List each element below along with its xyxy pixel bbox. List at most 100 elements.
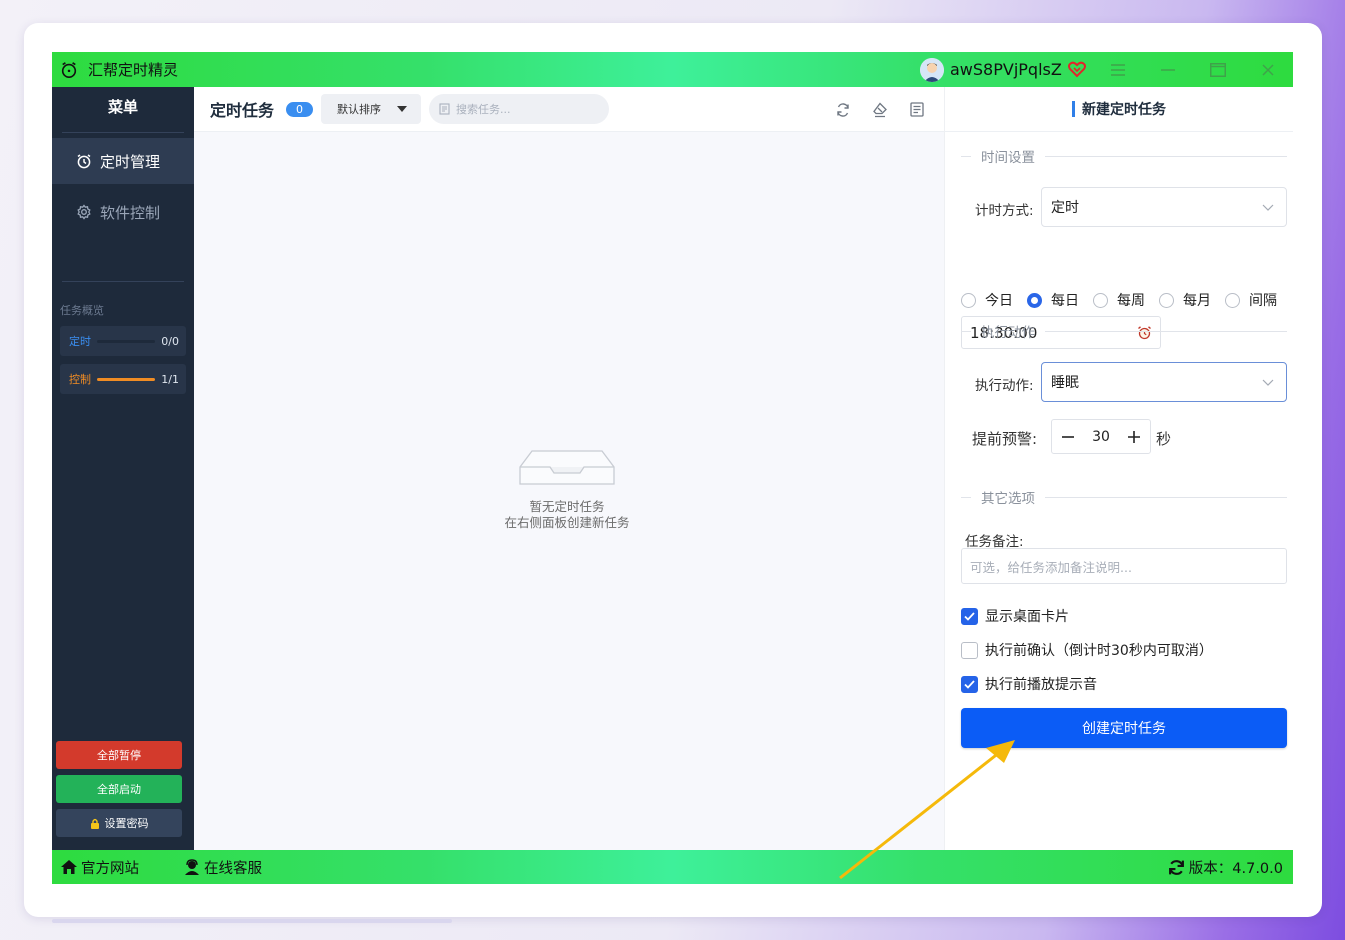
user-profile[interactable]: awS8PVjPqlsZ: [920, 55, 1086, 84]
section-action: 执行动作: [961, 323, 1287, 341]
sidebar-item-label: 软件控制: [100, 203, 161, 222]
hamburger-icon: [1111, 63, 1125, 76]
close-button[interactable]: [1243, 52, 1293, 87]
warning-stepper[interactable]: 30: [1051, 419, 1151, 454]
checkbox-label: 显示桌面卡片: [985, 609, 1069, 625]
sidebar-item-timer-management[interactable]: 定时管理: [52, 138, 194, 184]
timing-mode-select[interactable]: 定时: [1041, 187, 1287, 227]
note-placeholder: 可选，给任务添加备注说明...: [970, 559, 1132, 575]
version-info[interactable]: 版本：4.7.0.0: [1168, 850, 1283, 884]
checkbox-show-desktop-card[interactable]: 显示桌面卡片: [961, 606, 1069, 626]
sidebar-item-label: 定时管理: [100, 152, 161, 171]
minus-icon[interactable]: [1062, 431, 1074, 443]
avatar: [920, 57, 944, 82]
stat-count: 0/0: [161, 334, 179, 348]
search-placeholder: 搜索任务...: [456, 103, 511, 116]
warning-unit: 秒: [1156, 430, 1172, 448]
radio-weekly[interactable]: 每周: [1093, 290, 1145, 310]
maximize-button[interactable]: [1193, 52, 1243, 87]
refresh-button[interactable]: [836, 102, 850, 117]
maximize-icon: [1210, 62, 1226, 77]
stat-label: 定时: [69, 335, 91, 348]
app-window: 汇帮定时精灵 awS8PVjPqlsZ 菜单 定时管理 软件控制 任务概览 定时…: [52, 52, 1293, 886]
taskbar-strip: [52, 919, 452, 923]
task-toolbar: 定时任务 0 默认排序 搜索任务...: [194, 87, 944, 132]
stat-control: 控制 1/1: [60, 364, 186, 394]
caret-down-icon: [397, 106, 408, 112]
website-label: 官方网站: [81, 860, 139, 877]
note-label: 任务备注:: [965, 534, 1024, 550]
home-icon: [61, 860, 77, 874]
sort-dropdown[interactable]: 默认排序: [321, 94, 422, 124]
lock-icon: [90, 818, 99, 829]
action-select[interactable]: 睡眠: [1041, 362, 1287, 402]
checkbox-confirm-before-exec[interactable]: 执行前确认（倒计时30秒内可取消）: [961, 640, 1213, 660]
section-title: 时间设置: [981, 150, 1035, 166]
checkbox-label: 执行前播放提示音: [985, 677, 1097, 693]
radio-label: 今日: [985, 293, 1013, 309]
sidebar-item-software-control[interactable]: 软件控制: [52, 189, 194, 235]
section-other-options: 其它选项: [961, 489, 1287, 507]
pause-all-button[interactable]: 全部暂停: [56, 741, 182, 769]
document-icon: [439, 103, 450, 115]
checkbox-box[interactable]: [961, 607, 978, 625]
checkbox-play-sound[interactable]: 执行前播放提示音: [961, 674, 1097, 694]
timing-mode-value: 定时: [1051, 200, 1079, 216]
set-password-label: 设置密码: [104, 817, 149, 830]
check-icon: [964, 611, 975, 621]
stat-progress-bar: [97, 339, 156, 343]
create-task-button[interactable]: 创建定时任务: [961, 708, 1287, 748]
stat-progress-bar: [97, 377, 156, 381]
action-label: 执行动作:: [975, 378, 1034, 394]
section-time-settings: 时间设置: [961, 148, 1287, 166]
search-input[interactable]: 搜索任务...: [429, 94, 610, 124]
empty-inbox-icon: [519, 450, 615, 485]
checkbox-box[interactable]: [961, 675, 978, 693]
panel-header: 新建定时任务: [945, 87, 1293, 132]
online-support-link[interactable]: 在线客服: [183, 857, 262, 878]
title-bar: 汇帮定时精灵 awS8PVjPqlsZ: [52, 52, 1293, 87]
status-bar: 官方网站 在线客服 版本：4.7.0.0: [52, 850, 1293, 884]
list-document-icon: [910, 102, 924, 117]
empty-message: 暂无定时任务: [529, 499, 605, 514]
create-task-panel: 新建定时任务 时间设置 计时方式: 定时 今日 每日 每周 每月 间隔 18:3…: [944, 87, 1293, 850]
username: awS8PVjPqlsZ: [950, 60, 1062, 79]
radio-interval[interactable]: 间隔: [1225, 290, 1277, 310]
refresh-icon: [837, 102, 849, 117]
window-controls: [1093, 52, 1293, 87]
minimize-button[interactable]: [1143, 52, 1193, 87]
note-input[interactable]: 可选，给任务添加备注说明...: [961, 548, 1287, 584]
sidebar-title: 菜单: [107, 98, 138, 116]
radio-today[interactable]: 今日: [961, 290, 1013, 310]
timing-mode-label: 计时方式:: [975, 203, 1034, 219]
stat-count: 1/1: [161, 372, 179, 386]
stat-label: 控制: [69, 373, 91, 386]
check-icon: [964, 679, 975, 689]
radio-label: 每日: [1051, 293, 1079, 309]
version-label: 版本：4.7.0.0: [1188, 860, 1283, 877]
radio-label: 每月: [1183, 293, 1211, 309]
clear-button[interactable]: [872, 102, 888, 118]
radio-label: 间隔: [1249, 293, 1277, 309]
header-accent: [1072, 101, 1075, 117]
action-value: 睡眠: [1051, 375, 1079, 391]
repeat-radio-group: 今日 每日 每周 每月 间隔: [961, 290, 1291, 310]
plus-icon[interactable]: [1127, 430, 1140, 443]
official-website-link[interactable]: 官方网站: [60, 857, 139, 878]
sort-label: 默认排序: [337, 103, 382, 116]
menu-button[interactable]: [1093, 52, 1143, 87]
log-button[interactable]: [910, 102, 924, 117]
checkbox-box[interactable]: [961, 641, 978, 659]
support-agent-icon: [185, 859, 199, 875]
radio-monthly[interactable]: 每月: [1159, 290, 1211, 310]
radio-label: 每周: [1117, 293, 1145, 309]
stat-timer: 定时 0/0: [60, 326, 186, 356]
empty-state: 暂无定时任务 在右侧面板创建新任务: [502, 447, 632, 531]
set-password-button[interactable]: 设置密码: [56, 809, 182, 837]
start-all-button[interactable]: 全部启动: [56, 775, 182, 803]
close-icon: [1262, 63, 1274, 76]
warning-value[interactable]: 30: [1092, 429, 1110, 445]
minimize-icon: [1161, 68, 1175, 71]
radio-daily[interactable]: 每日: [1027, 290, 1079, 310]
app-logo-icon: [61, 61, 77, 78]
